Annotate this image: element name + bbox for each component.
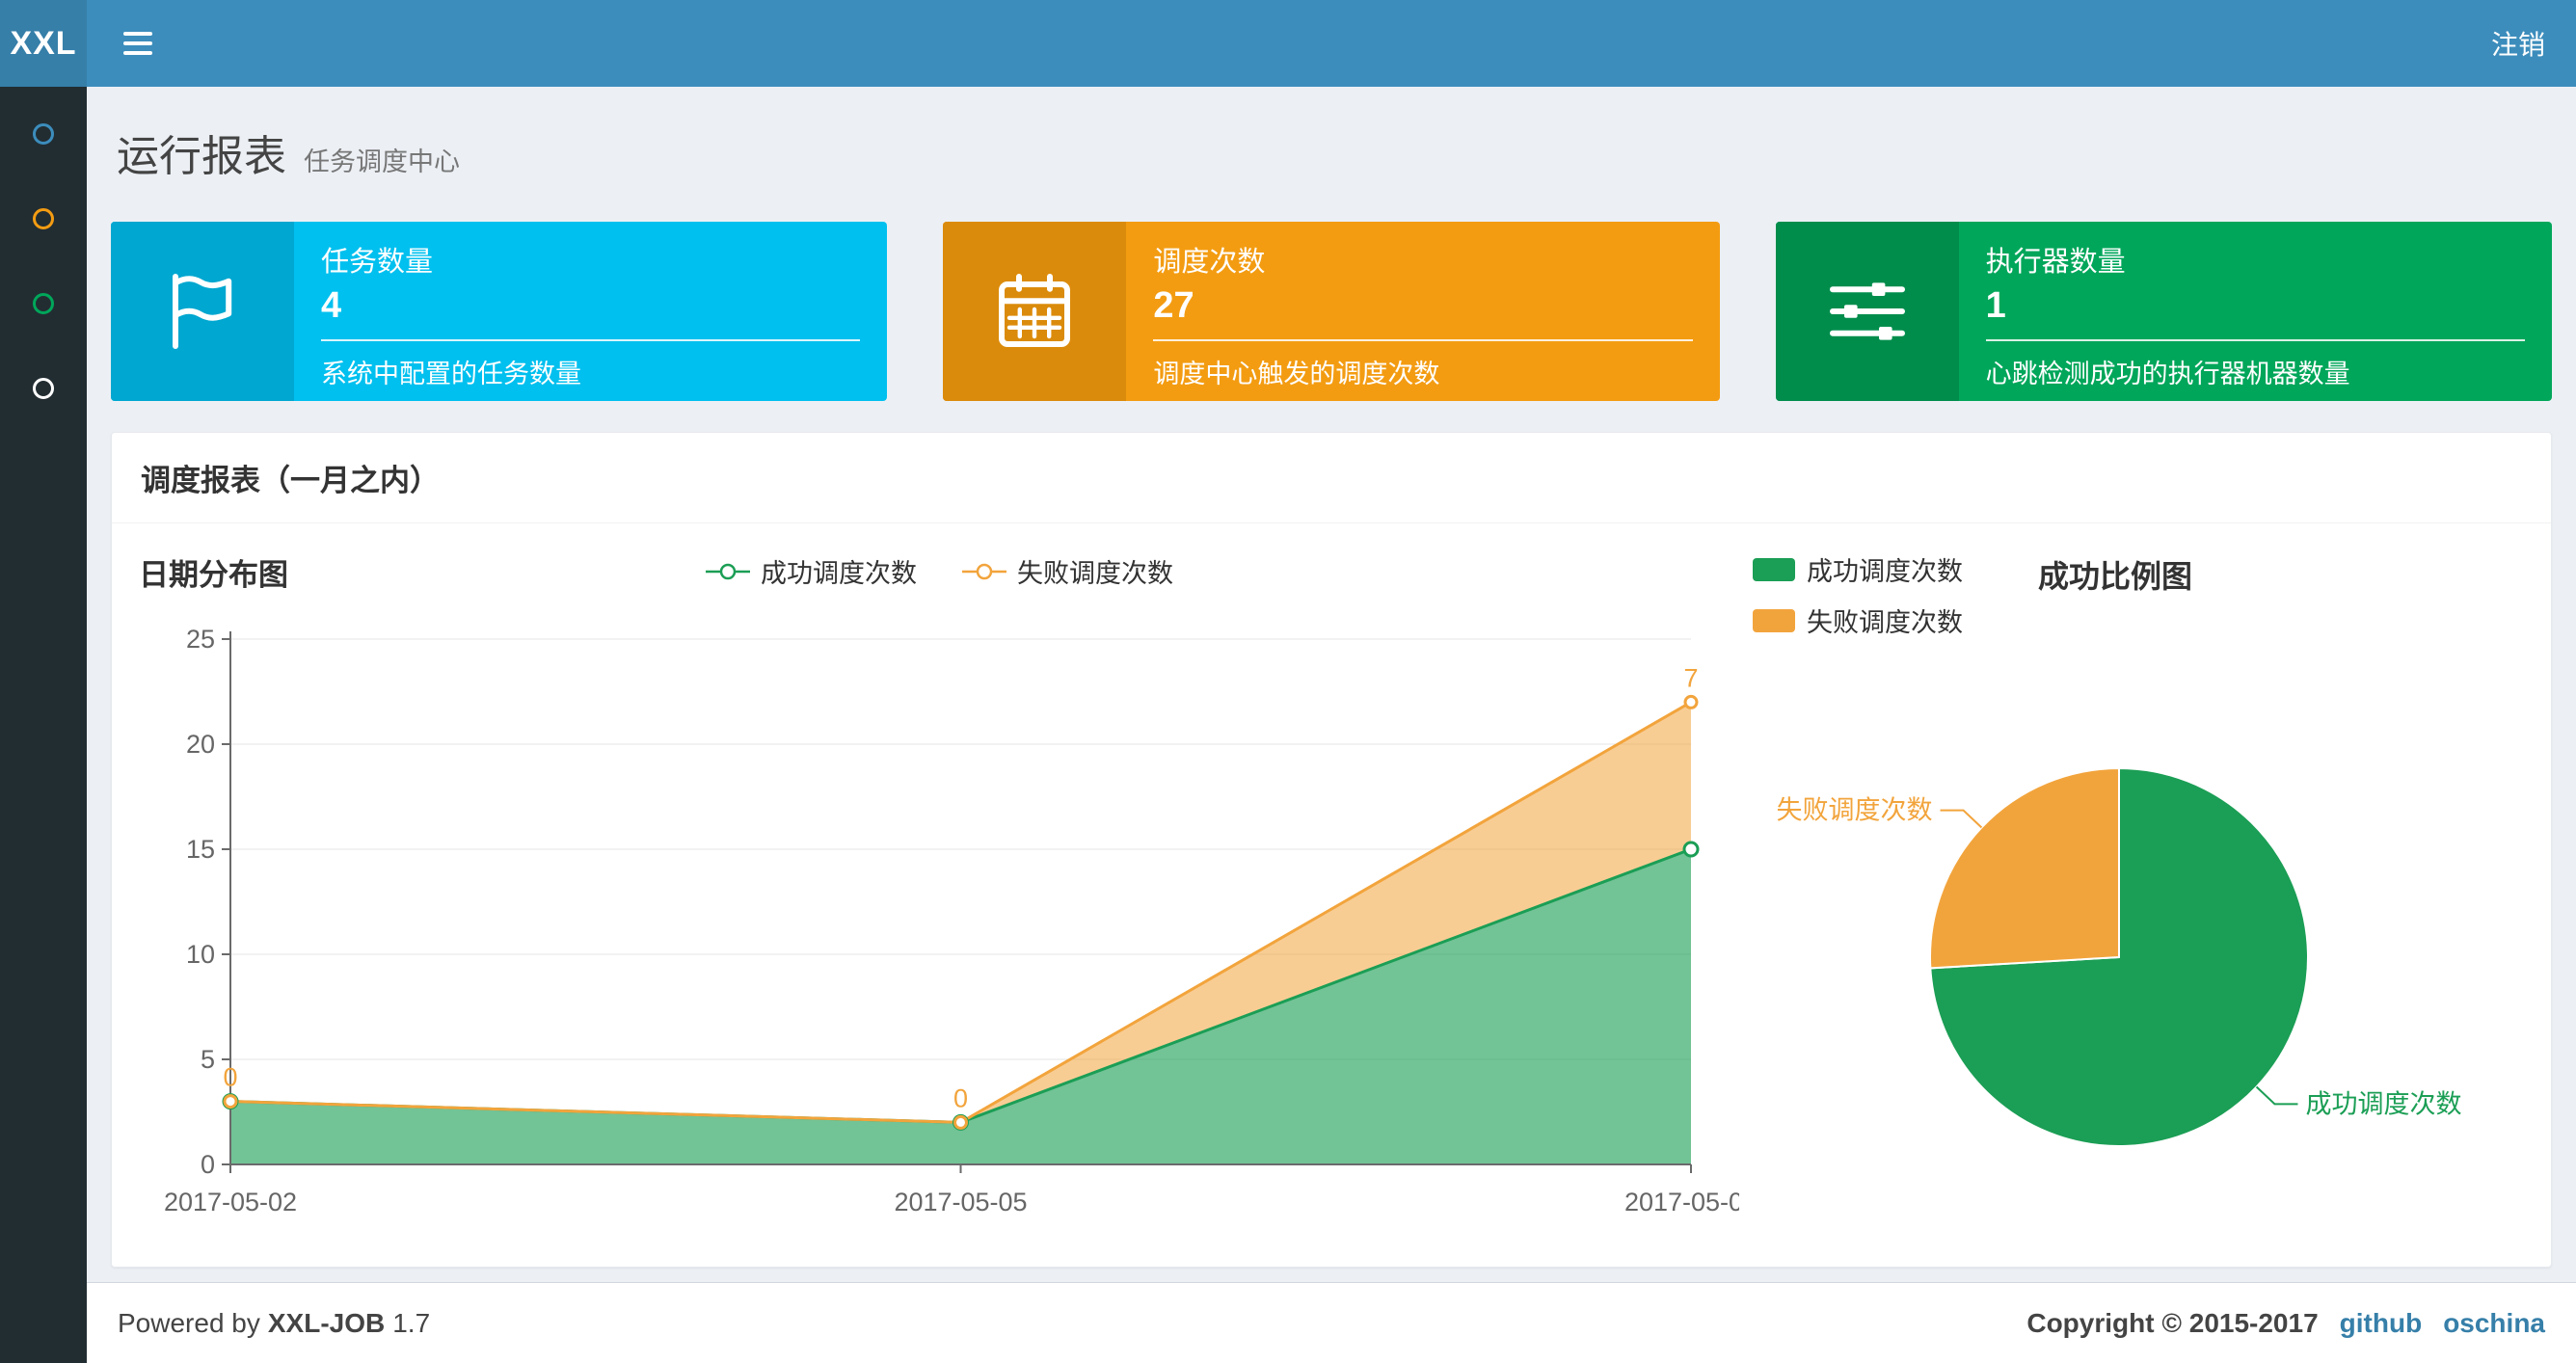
svg-text:10: 10 <box>186 940 215 969</box>
svg-text:20: 20 <box>186 730 215 759</box>
flag-icon <box>111 222 294 401</box>
sidebar-item-executors[interactable] <box>33 293 54 314</box>
info-box-job-count: 任务数量 4 系统中配置的任务数量 <box>111 222 888 401</box>
info-box-executor-count: 执行器数量 1 心跳检测成功的执行器机器数量 <box>1775 222 2552 401</box>
info-box-content: 调度次数 27 调度中心触发的调度次数 <box>1126 222 1719 401</box>
divider <box>1153 339 1693 341</box>
line-legend-marker-icon <box>706 563 750 579</box>
info-box-value: 27 <box>1153 285 1194 326</box>
version: 1.7 <box>392 1307 431 1338</box>
footer-right: Copyright © 2015-2017 github oschina <box>2026 1308 2545 1339</box>
divider <box>1985 339 2525 341</box>
legend-item-success[interactable]: 成功调度次数 <box>705 552 917 590</box>
svg-text:2017-05-08: 2017-05-08 <box>1624 1188 1739 1216</box>
legend-item-success[interactable]: 成功调度次数 <box>1753 550 1963 588</box>
pie-chart-title: 成功比例图 <box>2038 559 2193 594</box>
svg-text:7: 7 <box>1683 663 1698 692</box>
sidebar <box>0 87 87 1363</box>
svg-text:0: 0 <box>953 1083 968 1112</box>
footer: Powered by XXL-JOB 1.7 Copyright © 2015-… <box>87 1282 2576 1363</box>
legend-label: 失败调度次数 <box>1807 608 1963 637</box>
info-box-title: 调度次数 <box>1153 247 1266 278</box>
svg-text:失败调度次数: 失败调度次数 <box>1777 796 1933 825</box>
page-subtitle: 任务调度中心 <box>304 147 460 176</box>
sidebar-item-report[interactable] <box>33 123 54 145</box>
top-navbar: XXL 注销 <box>0 0 2576 87</box>
info-box-trigger-count: 调度次数 27 调度中心触发的调度次数 <box>943 222 1720 401</box>
pie-legend-swatch-icon <box>1753 557 1795 581</box>
sidebar-item-jobs[interactable] <box>33 208 54 229</box>
github-link[interactable]: github <box>2340 1308 2423 1339</box>
info-box-row: 任务数量 4 系统中配置的任务数量 调度次数 27 调度中心触发的调度次数 执行… <box>111 222 2552 401</box>
legend-item-fail[interactable]: 失败调度次数 <box>961 552 1173 590</box>
info-box-description: 调度中心触发的调度次数 <box>1153 360 1440 388</box>
line-legend-marker-icon <box>962 563 1006 579</box>
line-chart-legend: 成功调度次数 失败调度次数 <box>705 552 1173 590</box>
svg-text:0: 0 <box>223 1063 237 1092</box>
navbar-content: 注销 <box>87 0 2576 87</box>
svg-text:成功调度次数: 成功调度次数 <box>2305 1089 2461 1118</box>
svg-text:2017-05-02: 2017-05-02 <box>164 1188 297 1216</box>
info-box-value: 4 <box>321 285 342 326</box>
page-title: 运行报表 <box>117 133 286 180</box>
svg-text:2017-05-05: 2017-05-05 <box>894 1188 1027 1216</box>
sidebar-item-help[interactable] <box>33 378 54 399</box>
pie-chart-header: 成功调度次数 失败调度次数 成功比例图 <box>1753 550 2524 639</box>
calendar-icon <box>943 222 1127 401</box>
line-area-chart-canvas: 05101520252017-05-022017-05-052017-05-08… <box>164 625 1758 1216</box>
panel-body: 日期分布图 成功调度次数 失败调度次数 0 5 10 15 20 25 2017… <box>112 523 2551 1267</box>
info-box-description: 系统中配置的任务数量 <box>321 360 581 388</box>
sidebar-toggle-button[interactable] <box>118 20 158 67</box>
page-header: 运行报表 任务调度中心 <box>117 121 2552 183</box>
copyright: Copyright © 2015-2017 <box>2026 1307 2319 1338</box>
svg-text:25: 25 <box>186 625 215 654</box>
legend-label: 成功调度次数 <box>761 559 917 588</box>
legend-label: 失败调度次数 <box>1017 559 1173 588</box>
powered-by: Powered by XXL-JOB 1.7 <box>118 1308 430 1339</box>
powered-by-prefix: Powered by <box>118 1307 260 1338</box>
pie-chart-legend: 成功调度次数 失败调度次数 <box>1753 550 1963 639</box>
info-box-description: 心跳检测成功的执行器机器数量 <box>1985 360 2350 388</box>
svg-text:0: 0 <box>201 1150 215 1179</box>
oschina-link[interactable]: oschina <box>2443 1308 2545 1339</box>
hamburger-icon <box>123 32 152 36</box>
divider <box>321 339 861 341</box>
main-content: 运行报表 任务调度中心 任务数量 4 系统中配置的任务数量 调度次数 27 调度… <box>87 0 2576 1268</box>
panel-title: 调度报表（一月之内） <box>112 433 2551 523</box>
info-box-title: 执行器数量 <box>1985 247 2126 278</box>
info-box-content: 任务数量 4 系统中配置的任务数量 <box>294 222 887 401</box>
info-box-title: 任务数量 <box>321 247 434 278</box>
legend-item-fail[interactable]: 失败调度次数 <box>1753 601 1963 639</box>
dispatch-report-panel: 调度报表（一月之内） 日期分布图 成功调度次数 失败调度次数 0 5 10 15… <box>111 432 2552 1268</box>
pie-chart-canvas: 成功调度次数 失败调度次数 <box>1777 766 2461 1147</box>
info-box-content: 执行器数量 1 心跳检测成功的执行器机器数量 <box>1959 222 2552 401</box>
line-chart-header: 日期分布图 成功调度次数 失败调度次数 <box>139 550 1739 610</box>
svg-text:5: 5 <box>201 1045 215 1074</box>
logout-link[interactable]: 注销 <box>2491 24 2545 63</box>
legend-label: 成功调度次数 <box>1807 557 1963 586</box>
info-box-value: 1 <box>1985 285 2006 326</box>
sliders-icon <box>1775 222 1959 401</box>
success-ratio-chart: 成功调度次数 失败调度次数 成功比例图 成功调度次数 失败调度次数 <box>1753 550 2524 1242</box>
app-logo[interactable]: XXL <box>0 0 87 87</box>
pie-legend-swatch-icon <box>1753 608 1795 632</box>
svg-text:15: 15 <box>186 835 215 864</box>
date-distribution-chart: 日期分布图 成功调度次数 失败调度次数 0 5 10 15 20 25 2017… <box>139 550 1758 1242</box>
brand-name: XXL-JOB <box>267 1307 386 1338</box>
